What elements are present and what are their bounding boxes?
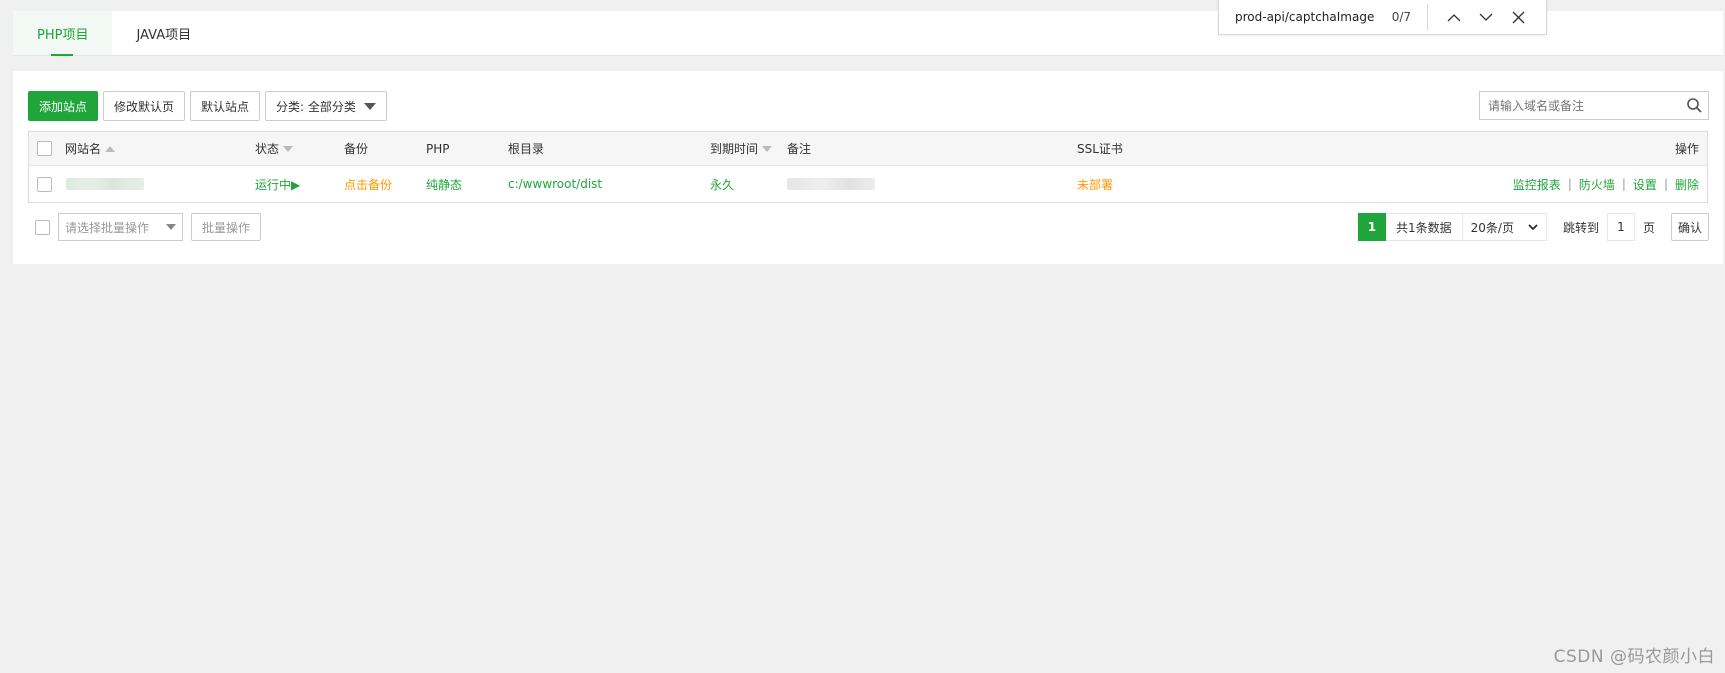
header-ssl: SSL证书 xyxy=(1077,142,1123,156)
sort-desc-icon xyxy=(283,145,294,152)
divider: | xyxy=(1621,177,1626,191)
category-select[interactable]: 分类: 全部分类 xyxy=(265,91,387,121)
default-site-button[interactable]: 默认站点 xyxy=(190,91,261,121)
chevron-up-icon[interactable] xyxy=(1438,4,1470,30)
batch-actions: 请选择批量操作 批量操作 xyxy=(35,213,262,241)
tab-java-projects[interactable]: JAVA项目 xyxy=(112,11,215,55)
header-php: PHP xyxy=(426,141,450,156)
find-in-page-bar: prod-api/captchaImage 0/7 xyxy=(1218,0,1547,35)
sort-asc-icon xyxy=(105,145,116,152)
row-checkbox[interactable] xyxy=(37,176,52,192)
per-page-label: 20条/页 xyxy=(1470,220,1514,235)
caret-down-icon xyxy=(166,224,176,230)
add-site-button[interactable]: 添加站点 xyxy=(28,91,99,121)
header-expire[interactable]: 到期时间 xyxy=(710,132,773,165)
header-site-name[interactable]: 网站名 xyxy=(65,132,116,165)
find-query-input[interactable]: prod-api/captchaImage xyxy=(1219,10,1379,24)
site-table: 网站名 状态 备份 PHP 根目录 到期时间 备注 SSL证书 操作 运行中▶ … xyxy=(28,131,1708,203)
expire-link[interactable]: 永久 xyxy=(710,166,734,202)
category-select-label: 分类: 全部分类 xyxy=(276,99,356,114)
divider: | xyxy=(1567,177,1572,191)
page-unit-label: 页 xyxy=(1642,220,1655,235)
header-note: 备注 xyxy=(787,142,812,156)
batch-operation-button[interactable]: 批量操作 xyxy=(191,213,262,241)
row-actions: 监控报表 | 防火墙 | 设置 | 删除 xyxy=(1513,166,1699,202)
site-name-link[interactable] xyxy=(66,178,144,190)
delete-link[interactable]: 删除 xyxy=(1675,176,1699,193)
search-icon[interactable] xyxy=(1680,98,1708,113)
php-version-link[interactable]: 纯静态 xyxy=(426,166,462,202)
header-root: 根目录 xyxy=(508,142,545,156)
edit-default-page-button[interactable]: 修改默认页 xyxy=(103,91,186,121)
batch-operation-select[interactable]: 请选择批量操作 xyxy=(58,213,183,241)
site-search-input[interactable] xyxy=(1480,98,1680,113)
header-status-label: 状态 xyxy=(255,142,280,156)
ssl-status-link[interactable]: 未部署 xyxy=(1077,166,1113,202)
header-expire-label: 到期时间 xyxy=(710,142,759,156)
header-status[interactable]: 状态 xyxy=(255,132,294,165)
chevron-down-icon[interactable] xyxy=(1470,4,1502,30)
backup-link[interactable]: 点击备份 xyxy=(344,166,392,202)
jump-page-input[interactable]: 1 xyxy=(1606,213,1635,241)
note-field[interactable] xyxy=(787,178,875,190)
status-running-toggle[interactable]: 运行中▶ xyxy=(255,166,300,202)
find-match-count: 0/7 xyxy=(1391,10,1411,24)
jump-label: 跳转到 xyxy=(1562,220,1599,235)
batch-select-placeholder: 请选择批量操作 xyxy=(65,220,150,235)
watermark: CSDN @码农颜小白 xyxy=(1553,647,1715,667)
site-toolbar: 添加站点 修改默认页 默认站点 分类: 全部分类 xyxy=(28,91,387,121)
settings-link[interactable]: 设置 xyxy=(1633,176,1657,193)
select-all-checkbox[interactable] xyxy=(37,141,52,156)
per-page-select[interactable]: 20条/页 xyxy=(1462,213,1547,241)
jump-confirm-button[interactable]: 确认 xyxy=(1670,213,1709,241)
close-icon[interactable] xyxy=(1502,4,1534,30)
chevron-down-icon xyxy=(1528,223,1538,230)
header-site-name-label: 网站名 xyxy=(65,142,102,156)
site-search-box xyxy=(1479,91,1709,120)
header-backup: 备份 xyxy=(344,142,369,156)
tab-php-projects[interactable]: PHP项目 xyxy=(13,11,113,56)
page-1-button[interactable]: 1 xyxy=(1357,213,1386,241)
firewall-link[interactable]: 防火墙 xyxy=(1579,176,1615,193)
pagination: 1 共1条数据 20条/页 跳转到 1 页 确认 xyxy=(1357,213,1709,241)
find-divider xyxy=(1427,4,1428,30)
page-jump: 跳转到 1 页 xyxy=(1563,213,1655,241)
table-header: 网站名 状态 备份 PHP 根目录 到期时间 备注 SSL证书 操作 xyxy=(29,132,1707,166)
table-row: 运行中▶ 点击备份 纯静态 c:/wwwroot/dist 永久 未部署 监控报… xyxy=(29,166,1707,202)
site-list-panel: 添加站点 修改默认页 默认站点 分类: 全部分类 网站名 状态 备份 PHP 根… xyxy=(13,71,1723,264)
caret-down-icon xyxy=(363,102,376,110)
header-ops: 操作 xyxy=(1674,142,1699,156)
monitor-report-link[interactable]: 监控报表 xyxy=(1513,176,1561,193)
root-dir-link[interactable]: c:/wwwroot/dist xyxy=(508,166,602,202)
sort-desc-icon xyxy=(762,145,773,152)
divider: | xyxy=(1663,177,1668,191)
footer-select-all-checkbox[interactable] xyxy=(35,219,50,235)
total-count: 共1条数据 xyxy=(1385,213,1463,241)
